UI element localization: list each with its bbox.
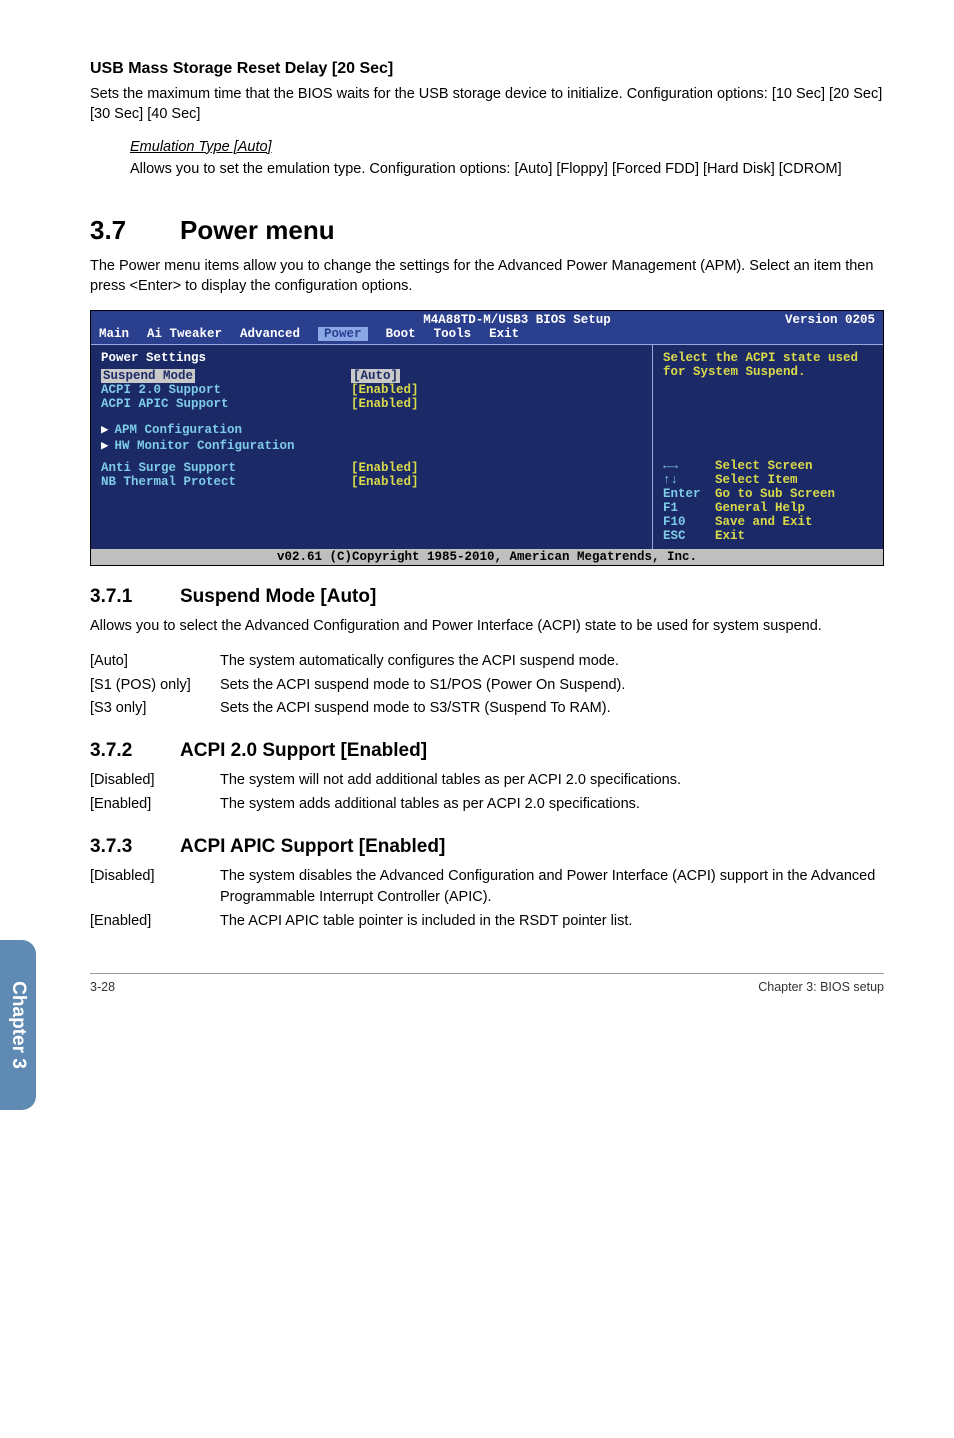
s371-body: Allows you to select the Advanced Config… bbox=[90, 616, 884, 636]
definition-label: [Enabled] bbox=[90, 794, 220, 816]
bios-field-value: [Enabled] bbox=[351, 475, 419, 489]
bios-field-value: [Enabled] bbox=[351, 397, 419, 411]
bios-tab-main: Main bbox=[99, 327, 129, 341]
bios-field-value: [Enabled] bbox=[351, 461, 419, 475]
bios-tab-advanced: Advanced bbox=[240, 327, 300, 341]
definition-row: [Auto]The system automatically configure… bbox=[90, 651, 884, 673]
bios-nav-row: ↑↓Select Item bbox=[663, 473, 873, 487]
bios-right-panel: Select the ACPI state used for System Su… bbox=[653, 345, 883, 549]
bios-field-value: [Auto] bbox=[351, 369, 400, 383]
bios-footer: v02.61 (C)Copyright 1985-2010, American … bbox=[91, 549, 883, 565]
bios-tab-exit: Exit bbox=[489, 327, 519, 341]
page: USB Mass Storage Reset Delay [20 Sec] Se… bbox=[0, 0, 954, 1380]
definition-text: The system adds additional tables as per… bbox=[220, 794, 884, 816]
emulation-block: Emulation Type [Auto] Allows you to set … bbox=[130, 139, 884, 179]
definition-text: The system will not add additional table… bbox=[220, 770, 884, 792]
bios-field-value: [Enabled] bbox=[351, 383, 419, 397]
bios-title: M4A88TD-M/USB3 BIOS Setup bbox=[249, 313, 785, 327]
bios-settings-rows: Suspend Mode[Auto]ACPI 2.0 Support[Enabl… bbox=[101, 369, 642, 411]
section-3-7: 3.7 Power menu bbox=[90, 215, 884, 246]
definition-row: [S1 (POS) only]Sets the ACPI suspend mod… bbox=[90, 675, 884, 697]
bios-version: Version 0205 bbox=[785, 313, 875, 327]
footer-page-number: 3-28 bbox=[90, 980, 115, 994]
side-chapter-tab: Chapter 3 bbox=[0, 940, 36, 1110]
bios-tabs: Main Ai Tweaker Advanced Power Boot Tools Exit bbox=[91, 327, 883, 344]
bios-field-label: Suspend Mode bbox=[101, 369, 351, 383]
bios-body: Power Settings Suspend Mode[Auto]ACPI 2.… bbox=[91, 344, 883, 549]
s373-defs: [Disabled]The system disables the Advanc… bbox=[90, 866, 884, 933]
definition-text: The system disables the Advanced Configu… bbox=[220, 866, 884, 910]
bios-field-label: ACPI APIC Support bbox=[101, 397, 351, 411]
bios-tab-power: Power bbox=[318, 327, 368, 341]
sub-title: ACPI APIC Support [Enabled] bbox=[180, 836, 445, 858]
bios-nav-row: EnterGo to Sub Screen bbox=[663, 487, 873, 501]
bios-subsection-item: ▶HW Monitor Configuration bbox=[101, 437, 642, 453]
bios-field-label: ACPI 2.0 Support bbox=[101, 383, 351, 397]
bios-field-label: Anti Surge Support bbox=[101, 461, 351, 475]
definition-row: [Enabled]The ACPI APIC table pointer is … bbox=[90, 911, 884, 933]
bios-settings-rows2: Anti Surge Support[Enabled]NB Thermal Pr… bbox=[101, 461, 642, 489]
bios-subsection-item: ▶APM Configuration bbox=[101, 421, 642, 437]
bios-nav-row: ESCExit bbox=[663, 529, 873, 543]
definition-row: [Enabled]The system adds additional tabl… bbox=[90, 794, 884, 816]
section-number: 3.7 bbox=[90, 215, 180, 246]
bios-nav-row: ←→Select Screen bbox=[663, 459, 873, 473]
bios-left-panel: Power Settings Suspend Mode[Auto]ACPI 2.… bbox=[91, 345, 653, 549]
definition-label: [Auto] bbox=[90, 651, 220, 673]
bios-subsections: ▶APM Configuration▶HW Monitor Configurat… bbox=[101, 421, 642, 453]
side-chapter-label: Chapter 3 bbox=[7, 981, 29, 1069]
definition-row: [Disabled]The system will not add additi… bbox=[90, 770, 884, 792]
definition-text: Sets the ACPI suspend mode to S1/POS (Po… bbox=[220, 675, 884, 697]
sub-title: Suspend Mode [Auto] bbox=[180, 586, 376, 608]
section-body: The Power menu items allow you to change… bbox=[90, 256, 884, 297]
emulation-body: Allows you to set the emulation type. Co… bbox=[130, 159, 884, 179]
definition-text: The system automatically configures the … bbox=[220, 651, 884, 673]
page-footer: 3-28 Chapter 3: BIOS setup bbox=[90, 973, 884, 994]
definition-row: [Disabled]The system disables the Advanc… bbox=[90, 866, 884, 910]
definition-row: [S3 only]Sets the ACPI suspend mode to S… bbox=[90, 698, 884, 720]
p-usb-delay: Sets the maximum time that the BIOS wait… bbox=[90, 84, 884, 125]
bios-setting-row: Anti Surge Support[Enabled] bbox=[101, 461, 642, 475]
bios-setting-row: ACPI APIC Support[Enabled] bbox=[101, 397, 642, 411]
sub-3-7-3: 3.7.3 ACPI APIC Support [Enabled] bbox=[90, 836, 884, 858]
bios-nav-row: F1General Help bbox=[663, 501, 873, 515]
bios-tab-boot: Boot bbox=[386, 327, 416, 341]
bios-setting-row: ACPI 2.0 Support[Enabled] bbox=[101, 383, 642, 397]
section-title: Power menu bbox=[180, 215, 335, 246]
definition-label: [S3 only] bbox=[90, 698, 220, 720]
sub-num: 3.7.1 bbox=[90, 586, 180, 608]
s371-defs: [Auto]The system automatically configure… bbox=[90, 651, 884, 720]
h-usb-delay: USB Mass Storage Reset Delay [20 Sec] bbox=[90, 60, 884, 78]
bios-setting-row: Suspend Mode[Auto] bbox=[101, 369, 642, 383]
s372-defs: [Disabled]The system will not add additi… bbox=[90, 770, 884, 816]
sub-3-7-2: 3.7.2 ACPI 2.0 Support [Enabled] bbox=[90, 740, 884, 762]
bios-header: M4A88TD-M/USB3 BIOS Setup Version 0205 M… bbox=[91, 311, 883, 344]
sub-3-7-1: 3.7.1 Suspend Mode [Auto] bbox=[90, 586, 884, 608]
bios-screenshot: M4A88TD-M/USB3 BIOS Setup Version 0205 M… bbox=[90, 310, 884, 566]
sub-title: ACPI 2.0 Support [Enabled] bbox=[180, 740, 427, 762]
bios-power-settings-header: Power Settings bbox=[101, 351, 642, 365]
sub-num: 3.7.3 bbox=[90, 836, 180, 858]
bios-field-label: NB Thermal Protect bbox=[101, 475, 351, 489]
definition-label: [Enabled] bbox=[90, 911, 220, 933]
definition-text: The ACPI APIC table pointer is included … bbox=[220, 911, 884, 933]
bios-help-text: Select the ACPI state used for System Su… bbox=[663, 351, 873, 379]
emulation-title: Emulation Type [Auto] bbox=[130, 139, 884, 155]
definition-label: [S1 (POS) only] bbox=[90, 675, 220, 697]
bios-nav-row: F10Save and Exit bbox=[663, 515, 873, 529]
bios-tab-tools: Tools bbox=[434, 327, 472, 341]
bios-tab-ai-tweaker: Ai Tweaker bbox=[147, 327, 222, 341]
sub-num: 3.7.2 bbox=[90, 740, 180, 762]
definition-text: Sets the ACPI suspend mode to S3/STR (Su… bbox=[220, 698, 884, 720]
bios-nav-keys: ←→Select Screen↑↓Select ItemEnterGo to S… bbox=[663, 459, 873, 543]
definition-label: [Disabled] bbox=[90, 866, 220, 910]
definition-label: [Disabled] bbox=[90, 770, 220, 792]
footer-chapter: Chapter 3: BIOS setup bbox=[758, 980, 884, 994]
bios-setting-row: NB Thermal Protect[Enabled] bbox=[101, 475, 642, 489]
